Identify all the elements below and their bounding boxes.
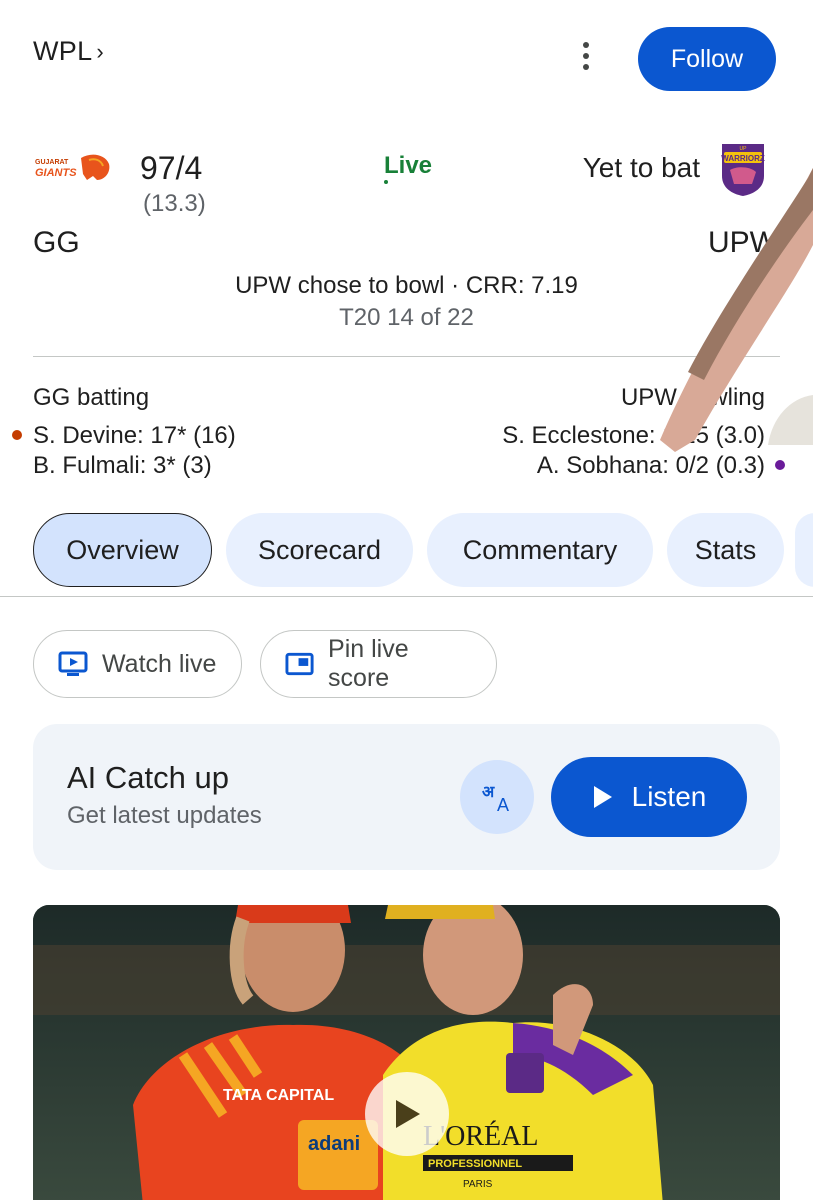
live-indicator-dot [384, 180, 388, 184]
live-badge: Live [384, 152, 433, 179]
picture-in-picture-icon [285, 652, 314, 676]
more-vert-icon[interactable] [568, 36, 604, 76]
tab-stats[interactable]: Stats [667, 513, 784, 587]
jersey-text: adani [308, 1133, 360, 1155]
watch-live-button[interactable]: Watch live [33, 630, 242, 698]
ai-card-subtitle: Get latest updates [67, 802, 262, 829]
watch-live-label: Watch live [102, 649, 217, 678]
batter-row: S. Devine: 17* (16) [33, 422, 236, 449]
current-bowler-indicator [775, 460, 785, 470]
batting-header: GG batting [33, 384, 150, 411]
tab-more-partial[interactable] [795, 513, 813, 587]
up-warriorz-logo: WARRIORZ UP [721, 144, 765, 196]
match-info: T20 14 of 22 [339, 304, 474, 331]
jersey-text: TATA CAPITAL [223, 1087, 334, 1104]
translate-icon[interactable]: अ A [460, 760, 534, 834]
tab-scorecard[interactable]: Scorecard [226, 513, 413, 587]
batter-row: B. Fulmali: 3* (3) [33, 452, 212, 479]
tab-bar: Overview Scorecard Commentary Stats [33, 513, 784, 587]
team1-overs: (13.3) [143, 190, 206, 217]
current-players: GG batting UPW bowling S. Devine: 17* (1… [0, 380, 813, 490]
gujarat-giants-logo: GUJARAT GIANTS [35, 154, 110, 180]
svg-text:GUJARAT: GUJARAT [35, 159, 69, 166]
divider [0, 596, 813, 597]
svg-text:A: A [497, 795, 509, 815]
bowling-header: UPW bowling [620, 384, 765, 411]
team2-status: Yet to bat [582, 152, 700, 183]
play-circle-icon[interactable] [365, 1072, 449, 1156]
toss-info: UPW chose to bowl · CRR: 7.19 [235, 272, 578, 299]
team1-score: 97/4 [140, 150, 203, 186]
divider [33, 356, 780, 357]
svg-text:UP: UP [740, 146, 748, 152]
top-bar: WPL › Follow [0, 0, 813, 120]
pin-live-score-label: Pin live score [328, 635, 409, 692]
tab-overview[interactable]: Overview [33, 513, 212, 587]
breadcrumb[interactable]: WPL › [33, 36, 104, 67]
follow-button[interactable]: Follow [638, 27, 776, 91]
tv-play-icon [58, 651, 88, 676]
pin-live-score-button[interactable]: Pin live score [260, 630, 497, 698]
chevron-right-icon: › [96, 38, 105, 64]
on-strike-indicator [12, 430, 22, 440]
listen-label: Listen [631, 781, 707, 812]
breadcrumb-label[interactable]: WPL [33, 36, 92, 67]
listen-button[interactable]: Listen [551, 757, 747, 837]
svg-text:GIANTS: GIANTS [35, 167, 77, 179]
svg-text:अ: अ [482, 782, 495, 801]
scoreboard: GUJARAT GIANTS 97/4 (13.3) GG Live Yet t… [0, 130, 813, 360]
ai-card-title: AI Catch up [67, 760, 229, 795]
ai-catch-up-card: AI Catch up Get latest updates अ A Liste… [33, 724, 780, 870]
svg-text:WARRIORZ: WARRIORZ [721, 154, 765, 163]
team1-abbr: GG [33, 226, 80, 259]
play-icon [593, 786, 612, 808]
jersey-text: PARIS [463, 1179, 493, 1190]
team2-abbr: UPW [708, 226, 778, 259]
tab-commentary[interactable]: Commentary [427, 513, 653, 587]
bowler-row: A. Sobhana: 0/2 (0.3) [536, 452, 765, 479]
bowler-row: S. Ecclestone: 1/15 (3.0) [502, 422, 765, 449]
jersey-text: PROFESSIONNEL [428, 1158, 522, 1170]
